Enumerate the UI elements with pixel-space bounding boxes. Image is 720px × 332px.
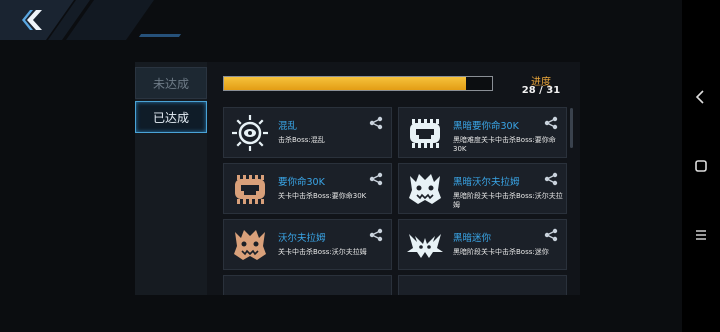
achievement-name: 黑暗沃尔夫拉姆: [453, 177, 520, 188]
tab-complete[interactable]: 已达成: [135, 101, 207, 133]
monster-emblem-icon: [409, 174, 441, 204]
achievement-card[interactable]: 要你命30K 关卡中击杀Boss:要你命30K: [223, 163, 392, 214]
achievement-desc: 黑暗阶段关卡中击杀Boss:沃尔夫拉姆: [453, 192, 563, 209]
nav-back-icon[interactable]: [692, 88, 710, 106]
achievement-name: 沃尔夫拉姆: [278, 233, 326, 244]
crab-emblem-icon: [407, 234, 443, 258]
share-icon[interactable]: [544, 228, 558, 242]
share-icon[interactable]: [544, 116, 558, 130]
achievement-card[interactable]: 沃尔夫拉姆 关卡中击杀Boss:沃尔夫拉姆: [223, 219, 392, 270]
achievement-desc: 关卡中击杀Boss:沃尔夫拉姆: [278, 248, 367, 256]
tab-incomplete[interactable]: 未达成: [135, 67, 207, 99]
banner-accent-line: [138, 34, 182, 37]
achievement-name: 混乱: [278, 121, 298, 132]
achievement-card[interactable]: 黑暗沃尔夫拉姆 黑暗阶段关卡中击杀Boss:沃尔夫拉姆: [398, 163, 567, 214]
achievement-panel: 未达成 已达成 进度 28 / 31 混乱 击杀Boss:混乱 黑暗要你命30K…: [135, 62, 580, 295]
share-icon[interactable]: [369, 116, 383, 130]
top-banner: [0, 0, 190, 40]
nav-menu-icon[interactable]: [692, 226, 710, 244]
bomb-emblem-icon: [235, 175, 265, 204]
progress-count: 28 / 31: [521, 85, 561, 96]
achievement-name: 黑暗要你命30K: [453, 121, 519, 132]
monster-emblem-icon: [234, 230, 266, 260]
share-icon[interactable]: [369, 228, 383, 242]
achievement-name: 黑暗迷你: [453, 233, 492, 244]
eye-emblem-icon: [232, 115, 268, 151]
nav-home-icon[interactable]: [692, 157, 710, 175]
progress-bar: [223, 76, 493, 91]
achievement-desc: 关卡中击杀Boss:要你命30K: [278, 192, 367, 200]
progress-bar-fill: [224, 77, 466, 90]
bomb-emblem-icon: [410, 119, 440, 148]
achievement-grid: 混乱 击杀Boss:混乱 黑暗要你命30K 黑暗难度关卡中击杀Boss:要你命3…: [223, 107, 567, 295]
back-arrow-icon[interactable]: [22, 8, 48, 32]
achievement-content: 进度 28 / 31 混乱 击杀Boss:混乱 黑暗要你命30K 黑暗难度关卡中…: [207, 62, 580, 295]
achievement-name: 要你命30K: [278, 177, 325, 188]
system-nav-bar: [682, 0, 720, 332]
achievement-card[interactable]: 黑暗要你命30K 黑暗难度关卡中击杀Boss:要你命30K: [398, 107, 567, 158]
tab-column: 未达成 已达成: [135, 62, 207, 295]
share-icon[interactable]: [544, 172, 558, 186]
achievement-card[interactable]: 混乱 击杀Boss:混乱: [223, 107, 392, 158]
achievement-card[interactable]: 黑暗迷你 黑暗阶段关卡中击杀Boss:迷你: [398, 219, 567, 270]
scrollbar-thumb[interactable]: [570, 108, 573, 148]
share-icon[interactable]: [369, 172, 383, 186]
achievement-desc: 黑暗阶段关卡中击杀Boss:迷你: [453, 248, 549, 256]
achievement-desc: 黑暗难度关卡中击杀Boss:要你命30K: [453, 136, 556, 153]
achievement-desc: 击杀Boss:混乱: [278, 136, 325, 144]
achievement-card-partial[interactable]: [223, 275, 392, 295]
achievement-card-partial[interactable]: [398, 275, 567, 295]
